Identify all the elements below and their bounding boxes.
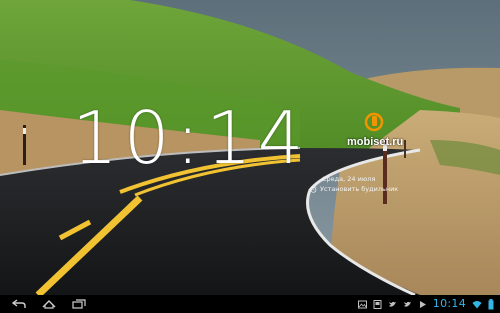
statusbar-time: 10:14 (432, 297, 466, 310)
screenshot-icon (373, 299, 382, 309)
mobiset-logo-icon (364, 112, 384, 132)
home-icon (42, 300, 56, 309)
system-tray[interactable]: 10:14 (357, 295, 494, 313)
back-arrow-icon (12, 299, 26, 308)
lock-screen: 10:14 mobiset.ru Среда, 24 июля Установи… (0, 0, 500, 313)
back-button[interactable] (4, 295, 34, 313)
lockscreen-date: Среда, 24 июля (322, 175, 376, 183)
twitter-icon (388, 301, 396, 307)
media-icon (419, 300, 426, 308)
set-alarm-label: Установить будильник (320, 185, 399, 193)
twitter-icon (403, 301, 411, 307)
battery-icon (488, 298, 494, 309)
set-alarm-button[interactable]: Установить будильник (310, 185, 398, 194)
wifi-icon (472, 300, 482, 308)
recent-apps-icon (72, 299, 86, 309)
home-button[interactable] (34, 295, 64, 313)
watermark-text: mobiset.ru (347, 136, 404, 148)
notification-icons (357, 299, 427, 309)
recent-apps-button[interactable] (64, 295, 94, 313)
lockscreen-clock: 10:14 (72, 96, 310, 180)
alarm-clock-icon (310, 186, 317, 193)
gallery-icon (357, 300, 367, 308)
